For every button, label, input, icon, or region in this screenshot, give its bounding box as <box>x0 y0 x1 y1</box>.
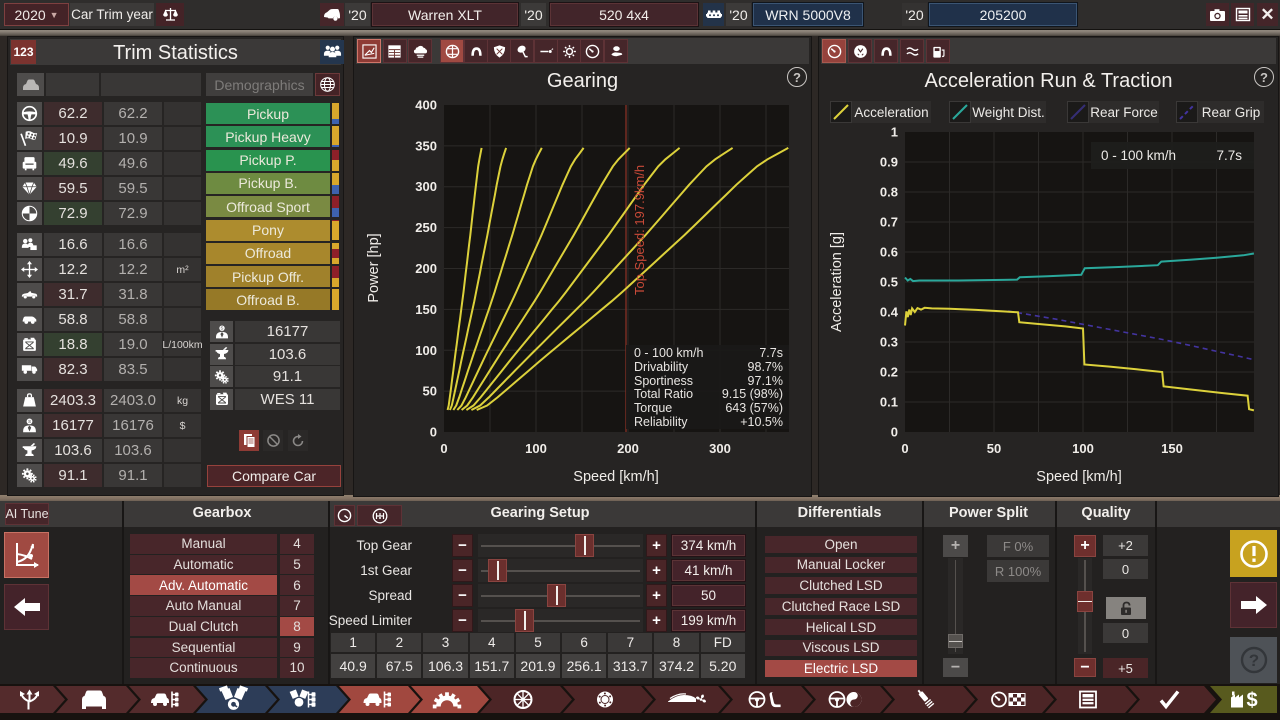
svg-text:200: 200 <box>617 441 639 456</box>
svg-text:Power [hp]: Power [hp] <box>366 233 382 302</box>
svg-text:0.5: 0.5 <box>880 275 898 290</box>
svg-text:0.4: 0.4 <box>880 305 899 320</box>
svg-text:S: S <box>28 419 31 424</box>
svg-text:1: 1 <box>891 125 898 140</box>
svg-text:0: 0 <box>901 441 908 456</box>
svg-text:100: 100 <box>525 441 547 456</box>
svg-text:0.7: 0.7 <box>880 215 898 230</box>
svg-text:0.9: 0.9 <box>880 155 898 170</box>
svg-text:300: 300 <box>415 179 437 194</box>
svg-text:100: 100 <box>415 343 437 358</box>
svg-text:250: 250 <box>415 220 437 235</box>
svg-text:50: 50 <box>423 384 437 399</box>
svg-text:50: 50 <box>987 441 1001 456</box>
svg-text:0: 0 <box>891 425 898 440</box>
svg-text:0.6: 0.6 <box>880 245 898 260</box>
svg-text:$: $ <box>1246 690 1257 712</box>
svg-text:150: 150 <box>415 302 437 317</box>
svg-text:0.3: 0.3 <box>880 335 898 350</box>
svg-text:Top Speed: 197.9km/h: Top Speed: 197.9km/h <box>632 165 647 295</box>
svg-text:?: ? <box>1248 651 1258 670</box>
svg-text:200: 200 <box>415 261 437 276</box>
svg-text:S: S <box>220 325 223 330</box>
svg-text:0: 0 <box>430 425 437 440</box>
svg-text:0.2: 0.2 <box>880 365 898 380</box>
svg-text:Acceleration [g]: Acceleration [g] <box>829 232 845 332</box>
svg-text:300: 300 <box>709 441 731 456</box>
svg-text:150: 150 <box>1161 441 1183 456</box>
svg-text:400: 400 <box>415 98 437 113</box>
svg-text:Speed [km/h]: Speed [km/h] <box>573 469 658 485</box>
svg-text:0.8: 0.8 <box>880 185 898 200</box>
svg-text:Speed [km/h]: Speed [km/h] <box>1036 469 1121 485</box>
svg-text:0.1: 0.1 <box>880 395 898 410</box>
svg-text:350: 350 <box>415 138 437 153</box>
svg-text:0: 0 <box>440 441 447 456</box>
svg-text:100: 100 <box>1072 441 1094 456</box>
